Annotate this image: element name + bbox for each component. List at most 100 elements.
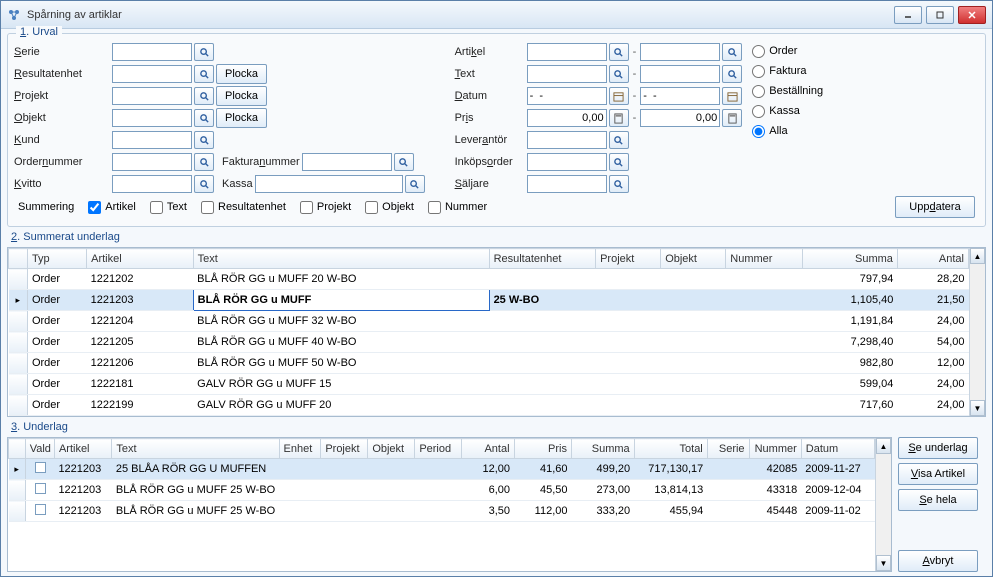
lookup-projekt-icon[interactable] [194,87,214,105]
vald-checkbox[interactable] [35,462,46,473]
col3-nummer[interactable]: Nummer [749,439,801,459]
table-row[interactable]: 1221203BLÅ RÖR GG u MUFF 25 W-BO3,50112,… [9,501,875,522]
radio-bestallning[interactable]: Beställning [752,82,823,100]
table-row[interactable]: 122120325 BLÅA RÖR GG U MUFFEN12,0041,60… [9,459,875,480]
visa-artikel-button[interactable]: Visa Artikel [898,463,978,485]
saljare-input[interactable] [527,175,607,193]
vald-checkbox[interactable] [35,483,46,494]
col3-enhet[interactable]: Enhet [279,439,321,459]
se-underlag-button[interactable]: Se underlag [898,437,978,459]
lookup-inkopsorder-icon[interactable] [609,153,629,171]
chk-resultatenhet[interactable]: Resultatenhet [201,201,286,214]
table-row[interactable]: Order1221202BLÅ RÖR GG u MUFF 20 W-BO797… [9,269,969,290]
resultatenhet-input[interactable] [112,65,192,83]
serie-input[interactable] [112,43,192,61]
lookup-ordernummer-icon[interactable] [194,153,214,171]
col3-datum[interactable]: Datum [801,439,874,459]
col-objekt[interactable]: Objekt [661,249,726,269]
table-row[interactable]: Order1221204BLÅ RÖR GG u MUFF 32 W-BO1,1… [9,311,969,332]
artikel-from-input[interactable] [527,43,607,61]
calc-from-icon[interactable] [609,109,629,127]
close-button[interactable] [958,6,986,24]
kund-input[interactable] [112,131,192,149]
grid2-scrollbar[interactable]: ▲ ▼ [969,248,985,416]
vald-checkbox[interactable] [35,504,46,515]
text-from-input[interactable] [527,65,607,83]
lookup-fakturanummer-icon[interactable] [394,153,414,171]
chk-text[interactable]: Text [150,201,187,214]
lookup-objekt-icon[interactable] [194,109,214,127]
chk-nummer[interactable]: Nummer [428,201,487,214]
table-row[interactable]: Order1221206BLÅ RÖR GG u MUFF 50 W-BO982… [9,353,969,374]
projekt-input[interactable] [112,87,192,105]
objekt-input[interactable] [112,109,192,127]
col3-vald[interactable]: Vald [25,439,54,459]
artikel-to-input[interactable] [640,43,720,61]
lookup-saljare-icon[interactable] [609,175,629,193]
col-resultatenhet[interactable]: Resultatenhet [489,249,596,269]
chk-artikel[interactable]: Artikel [88,201,136,214]
se-hela-button[interactable]: Se hela [898,489,978,511]
maximize-button[interactable] [926,6,954,24]
fakturanummer-input[interactable] [302,153,392,171]
calendar-to-icon[interactable] [722,87,742,105]
chk-projekt[interactable]: Projekt [300,201,351,214]
radio-kassa[interactable]: Kassa [752,102,823,120]
grid-summerat[interactable]: Typ Artikel Text Resultatenhet Projekt O… [7,247,986,417]
col-typ[interactable]: Typ [27,249,86,269]
lookup-artikel-from-icon[interactable] [609,43,629,61]
scroll-down-icon[interactable]: ▼ [970,400,985,416]
col-antal[interactable]: Antal [897,249,968,269]
text-to-input[interactable] [640,65,720,83]
scroll-down-icon[interactable]: ▼ [876,555,891,571]
grid-underlag[interactable]: Vald Artikel Text Enhet Projekt Objekt P… [7,437,892,572]
plocka-projekt-button[interactable]: Plocka [216,86,267,106]
lookup-kvitto-icon[interactable] [194,175,214,193]
lookup-artikel-to-icon[interactable] [722,43,742,61]
lookup-kassa-icon[interactable] [405,175,425,193]
col3-artikel[interactable]: Artikel [54,439,111,459]
datum-from-input[interactable] [527,87,607,105]
grid3-scrollbar[interactable]: ▲ ▼ [875,438,891,571]
uppdatera-button[interactable]: Uppdatera [895,196,975,218]
scroll-up-icon[interactable]: ▲ [970,248,985,264]
col3-summa[interactable]: Summa [571,439,634,459]
calc-to-icon[interactable] [722,109,742,127]
col-summa[interactable]: Summa [803,249,898,269]
pris-to-input[interactable] [640,109,720,127]
pris-from-input[interactable] [527,109,607,127]
lookup-text-from-icon[interactable] [609,65,629,83]
minimize-button[interactable] [894,6,922,24]
col-text[interactable]: Text [193,249,489,269]
plocka-resultatenhet-button[interactable]: Plocka [216,64,267,84]
lookup-resultatenhet-icon[interactable] [194,65,214,83]
scroll-up-icon[interactable]: ▲ [876,438,891,454]
col3-text[interactable]: Text [112,439,279,459]
leverantor-input[interactable] [527,131,607,149]
chk-objekt[interactable]: Objekt [365,201,414,214]
radio-alla[interactable]: Alla [752,122,823,140]
table-row[interactable]: Order1222199GALV RÖR GG u MUFF 20717,602… [9,395,969,416]
col3-objekt[interactable]: Objekt [368,439,415,459]
table-row[interactable]: Order1221203BLÅ RÖR GG u MUFF25 W-BO1,10… [9,290,969,311]
col3-pris[interactable]: Pris [514,439,571,459]
col3-total[interactable]: Total [634,439,707,459]
calendar-from-icon[interactable] [609,87,629,105]
lookup-leverantor-icon[interactable] [609,131,629,149]
datum-to-input[interactable] [640,87,720,105]
col3-period[interactable]: Period [415,439,462,459]
plocka-objekt-button[interactable]: Plocka [216,108,267,128]
lookup-kund-icon[interactable] [194,131,214,149]
avbryt-button[interactable]: Avbryt [898,550,978,572]
col3-antal[interactable]: Antal [462,439,514,459]
table-row[interactable]: Order1221205BLÅ RÖR GG u MUFF 40 W-BO7,2… [9,332,969,353]
ordernummer-input[interactable] [112,153,192,171]
col3-serie[interactable]: Serie [707,439,749,459]
radio-order[interactable]: Order [752,42,823,60]
kassa-input[interactable] [255,175,403,193]
lookup-text-to-icon[interactable] [722,65,742,83]
table-row[interactable]: Order1222181GALV RÖR GG u MUFF 15599,042… [9,374,969,395]
inkopsorder-input[interactable] [527,153,607,171]
col-nummer[interactable]: Nummer [726,249,803,269]
table-row[interactable]: 1221203BLÅ RÖR GG u MUFF 25 W-BO6,0045,5… [9,480,875,501]
